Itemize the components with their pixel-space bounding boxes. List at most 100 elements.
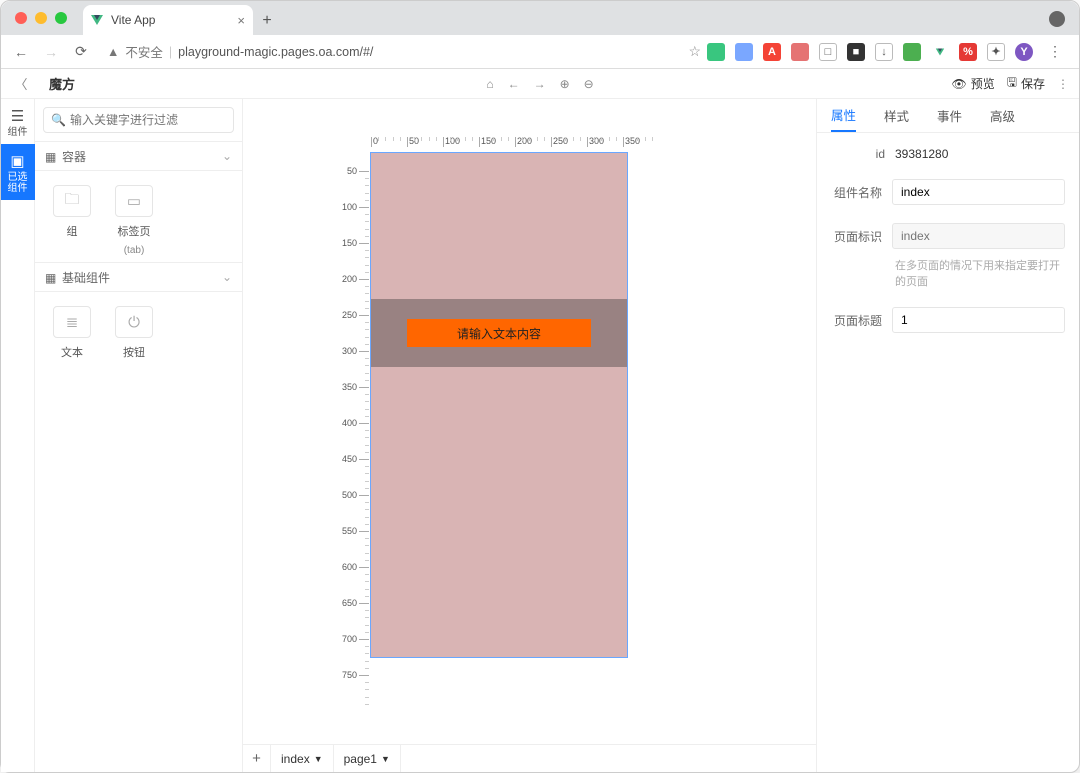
- inspector-tab-props-label: 属性: [831, 105, 856, 124]
- prop-pagekey-hint: 在多页面的情况下用来指定要打开的页面: [831, 257, 1065, 289]
- tool-home-icon[interactable]: ⌂: [486, 77, 493, 91]
- component-tabs-sub: (tab): [124, 245, 145, 256]
- text-icon: ≣: [66, 313, 79, 331]
- save-button[interactable]: 🖫 保存: [1007, 73, 1045, 94]
- address-bar[interactable]: ▲ 不安全 | playground-magic.pages.oa.com/#/: [99, 39, 682, 65]
- tool-zoom-in-icon[interactable]: ⊕: [560, 77, 570, 91]
- group-header-container[interactable]: ▦ 容器 ⌄: [35, 141, 242, 171]
- tool-next-icon[interactable]: →: [534, 77, 546, 91]
- caret-down-icon: ▼: [314, 754, 323, 764]
- tab-close-icon[interactable]: ×: [237, 13, 245, 28]
- ext-icon-1[interactable]: ‎: [707, 43, 725, 61]
- inspector-panel: 属性 样式 事件 高级 id 39381280 组件名称 页面标识 在多页面: [817, 99, 1079, 772]
- new-tab-button[interactable]: +: [253, 7, 281, 35]
- ext-icon-8[interactable]: ‎: [903, 43, 921, 61]
- prop-pagekey-label: 页面标识: [831, 228, 882, 245]
- ext-icon-2[interactable]: ‎: [735, 43, 753, 61]
- component-text[interactable]: ≣ 文本: [49, 306, 95, 360]
- prop-name-input[interactable]: [892, 179, 1065, 205]
- preview-button[interactable]: 👁 预览: [952, 75, 995, 92]
- extension-icons: ‎ ‎ A ‎ □ ■ ↓ ‎ % ✦ Y ⋮: [707, 40, 1071, 64]
- page-tab-page1-label: page1: [344, 752, 377, 766]
- nav-back-icon[interactable]: ←: [9, 40, 33, 64]
- group-title-basic: 基础组件: [62, 271, 110, 285]
- inspector-tab-advanced[interactable]: 高级: [990, 99, 1015, 132]
- component-tabs-label: 标签页: [118, 223, 151, 239]
- page-tabs: + index ▼ page1 ▼: [243, 744, 816, 772]
- component-button[interactable]: ⏻ 按钮: [111, 306, 157, 360]
- inspector-tab-style[interactable]: 样式: [884, 99, 909, 132]
- chevron-down-icon: ⌄: [222, 149, 232, 163]
- ext-icon-puzzle[interactable]: ✦: [987, 43, 1005, 61]
- group-header-basic[interactable]: ▦ 基础组件 ⌄: [35, 262, 242, 292]
- more-icon[interactable]: ⋮: [1057, 77, 1069, 91]
- ext-icon-9[interactable]: %: [959, 43, 977, 61]
- save-label: 保存: [1021, 75, 1045, 92]
- ext-icon-4[interactable]: ‎: [791, 43, 809, 61]
- ext-icon-vue[interactable]: [931, 43, 949, 61]
- component-search-input[interactable]: [43, 107, 234, 133]
- page-tab-page1[interactable]: page1 ▼: [334, 745, 401, 772]
- save-icon: 🖫: [1007, 73, 1017, 94]
- power-icon: ⏻: [128, 314, 140, 331]
- app-topbar: 〈 魔方 ⌂ ← → ⊕ ⊖ 👁 预览 🖫 保存 ⋮: [1, 69, 1079, 99]
- component-tabs[interactable]: ▭ 标签页 (tab): [111, 185, 157, 256]
- inspector-tab-events[interactable]: 事件: [937, 99, 962, 132]
- ext-icon-5[interactable]: □: [819, 43, 837, 61]
- stack-icon: ☰: [11, 107, 24, 125]
- prop-pagetitle-input[interactable]: [892, 307, 1065, 333]
- preview-label: 预览: [971, 75, 995, 92]
- rail-components[interactable]: ☰ 组件: [1, 99, 35, 144]
- tool-zoom-out-icon[interactable]: ⊖: [584, 77, 594, 91]
- browser-window: Vite App × + ← → ⟳ ▲ 不安全 | playground-ma…: [0, 0, 1080, 773]
- canvas-center-tools: ⌂ ← → ⊕ ⊖: [486, 77, 593, 91]
- tool-prev-icon[interactable]: ←: [508, 77, 520, 91]
- app-brand: 魔方: [49, 74, 75, 93]
- inspector-tab-advanced-label: 高级: [990, 106, 1015, 125]
- ext-icon-6[interactable]: ■: [847, 43, 865, 61]
- artboard[interactable]: 请输入文本内容: [371, 153, 627, 657]
- browser-titlebar: Vite App × +: [1, 1, 1079, 35]
- nav-reload-icon[interactable]: ⟳: [69, 40, 93, 64]
- selected-container[interactable]: 请输入文本内容: [371, 299, 627, 367]
- grid-icon: ▦: [45, 150, 55, 164]
- profile-avatar-icon[interactable]: Y: [1015, 43, 1033, 61]
- page-tab-index-label: index: [281, 752, 310, 766]
- bookmark-star-icon[interactable]: ☆: [688, 43, 701, 60]
- page-add-button[interactable]: +: [243, 745, 271, 772]
- canvas[interactable]: 050100150200250300350 501001502002503003…: [243, 99, 816, 744]
- window-zoom-button[interactable]: [55, 12, 67, 24]
- search-icon: 🔍: [51, 113, 66, 127]
- insecure-icon: ▲: [107, 45, 119, 59]
- component-text-label: 文本: [61, 344, 83, 360]
- prop-id-label: id: [831, 147, 885, 161]
- vite-icon: [91, 15, 103, 25]
- app-back-icon[interactable]: 〈: [11, 74, 31, 93]
- inspector-tab-props[interactable]: 属性: [831, 99, 856, 132]
- chevron-down-icon: ⌄: [222, 270, 232, 284]
- window-controls: [15, 12, 67, 24]
- titlebar-account-icon[interactable]: [1049, 11, 1065, 27]
- browser-tab[interactable]: Vite App ×: [83, 5, 253, 35]
- prop-pagetitle-label: 页面标题: [831, 312, 882, 329]
- component-panel: 🔍 ▦ 容器 ⌄ 🗀 组 ▭ 标签页 (tab): [35, 99, 243, 772]
- nav-forward-icon[interactable]: →: [39, 40, 63, 64]
- selection-icon: ▣: [10, 152, 24, 170]
- component-group[interactable]: 🗀 组: [49, 185, 95, 256]
- ruler-vertical: 5010015020025030035040045050055060065070…: [351, 153, 371, 693]
- caret-down-icon: ▼: [381, 754, 390, 764]
- page-tab-index[interactable]: index ▼: [271, 745, 334, 772]
- browser-menu-icon[interactable]: ⋮: [1043, 40, 1067, 64]
- text-placeholder-block[interactable]: 请输入文本内容: [407, 319, 591, 347]
- rail-selected[interactable]: ▣ 已选组件: [1, 144, 35, 200]
- ext-icon-3[interactable]: A: [763, 43, 781, 61]
- window-close-button[interactable]: [15, 12, 27, 24]
- window-minimize-button[interactable]: [35, 12, 47, 24]
- component-button-label: 按钮: [123, 344, 145, 360]
- browser-toolbar: ← → ⟳ ▲ 不安全 | playground-magic.pages.oa.…: [1, 35, 1079, 69]
- prop-id: id 39381280: [831, 147, 1065, 161]
- rail-components-label: 组件: [8, 127, 28, 138]
- ruler-horizontal: 050100150200250300350: [351, 137, 756, 153]
- grid-icon: ▦: [45, 271, 55, 285]
- ext-icon-7[interactable]: ↓: [875, 43, 893, 61]
